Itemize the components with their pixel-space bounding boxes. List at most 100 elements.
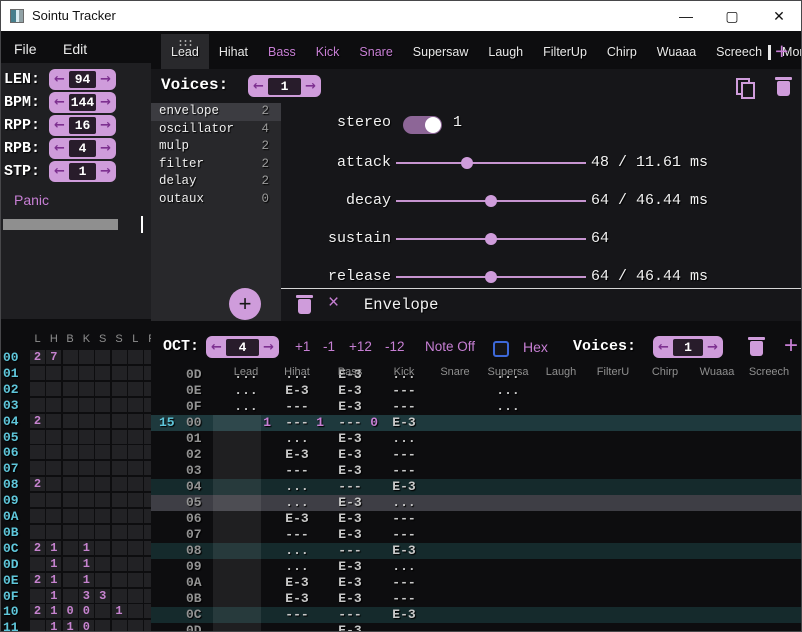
note-cell[interactable]: ... <box>271 495 323 510</box>
note-cell[interactable]: ... <box>482 383 534 398</box>
order-cell[interactable] <box>112 620 127 632</box>
order-cell[interactable] <box>112 573 127 587</box>
note-cell[interactable]: E-3 <box>378 415 430 430</box>
order-cell[interactable] <box>112 350 127 364</box>
order-cell[interactable] <box>79 493 94 507</box>
order-cell[interactable] <box>63 366 78 380</box>
track-voices-spinner[interactable]: ←1→ <box>653 336 723 358</box>
order-cell[interactable] <box>95 382 110 396</box>
order-cell[interactable]: 1 <box>79 557 94 571</box>
order-cell[interactable] <box>30 430 45 444</box>
order-cell[interactable]: 1 <box>46 589 61 603</box>
order-cell[interactable]: 0 <box>79 620 94 632</box>
spinner-rpp-increment[interactable]: → <box>100 119 111 132</box>
order-cell[interactable] <box>79 382 94 396</box>
note-cell[interactable]: --- <box>324 543 376 558</box>
order-cell[interactable]: 0 <box>79 604 94 618</box>
instrument-voices-spinner-increment[interactable]: → <box>305 80 316 93</box>
copy-instrument-icon[interactable] <box>736 78 758 100</box>
order-cell[interactable] <box>63 461 78 475</box>
spinner-bpm-increment[interactable]: → <box>100 96 111 109</box>
order-cell[interactable]: 2 <box>30 350 45 364</box>
order-cell[interactable] <box>112 477 127 491</box>
order-cell[interactable]: 1 <box>63 620 78 632</box>
tab-snare[interactable]: Snare <box>349 34 402 69</box>
order-cell[interactable] <box>95 477 110 491</box>
order-cell[interactable] <box>30 589 45 603</box>
instrument-voices-spinner-decrement[interactable]: ← <box>253 80 264 93</box>
order-cell[interactable] <box>79 445 94 459</box>
order-cell[interactable] <box>128 366 143 380</box>
note-cell[interactable]: E-3 <box>378 479 430 494</box>
order-cell[interactable] <box>144 493 151 507</box>
unit-row-mulp[interactable]: mulp2 <box>151 138 281 156</box>
order-cell[interactable] <box>128 477 143 491</box>
note-cell[interactable]: --- <box>378 527 430 542</box>
order-cell[interactable] <box>128 350 143 364</box>
order-cell[interactable] <box>144 620 151 632</box>
order-cell[interactable] <box>63 589 78 603</box>
order-cell[interactable] <box>112 445 127 459</box>
order-cell[interactable] <box>30 445 45 459</box>
order-cell[interactable] <box>63 350 78 364</box>
tab-kick[interactable]: Kick <box>306 34 350 69</box>
order-cell[interactable] <box>128 445 143 459</box>
hex-label[interactable]: Hex <box>523 339 548 355</box>
order-cell[interactable] <box>79 414 94 428</box>
delete-instrument-icon[interactable] <box>775 77 792 97</box>
close-button[interactable]: ✕ <box>757 1 801 31</box>
note-cell[interactable]: --- <box>324 607 376 622</box>
note-cell[interactable]: E-3 <box>324 463 376 478</box>
track-voices-spinner-increment[interactable]: → <box>707 341 718 354</box>
tab-laugh[interactable]: Laugh <box>478 34 533 69</box>
order-cell[interactable] <box>46 477 61 491</box>
note-cell[interactable]: E-3 <box>324 591 376 606</box>
order-cell[interactable]: 1 <box>79 541 94 555</box>
order-cell[interactable] <box>63 414 78 428</box>
tab-filterup[interactable]: FilterUp <box>533 34 597 69</box>
order-cell[interactable] <box>144 350 151 364</box>
octave-spinner-increment[interactable]: → <box>263 341 274 354</box>
transpose-button--12[interactable]: -12 <box>385 339 405 354</box>
order-cell[interactable] <box>95 350 110 364</box>
note-cell[interactable]: E-3 <box>324 447 376 462</box>
order-cell[interactable] <box>63 541 78 555</box>
note-cell[interactable]: ... <box>271 479 323 494</box>
order-cell[interactable]: 3 <box>79 589 94 603</box>
order-cell[interactable] <box>46 398 61 412</box>
order-cell[interactable] <box>46 414 61 428</box>
delete-unit-icon[interactable] <box>296 295 313 315</box>
order-cell[interactable] <box>63 430 78 444</box>
note-cell[interactable]: --- <box>271 527 323 542</box>
order-cell[interactable] <box>79 525 94 539</box>
order-cell[interactable]: 1 <box>46 541 61 555</box>
order-cell[interactable] <box>144 398 151 412</box>
order-cell[interactable] <box>79 430 94 444</box>
order-cell[interactable] <box>128 525 143 539</box>
order-cell[interactable] <box>112 525 127 539</box>
transpose-button--1[interactable]: -1 <box>323 339 335 354</box>
transpose-button-+12[interactable]: +12 <box>349 339 372 354</box>
order-cell[interactable] <box>112 557 127 571</box>
menu-file[interactable]: File <box>14 41 37 57</box>
order-cell[interactable]: 2 <box>30 414 45 428</box>
octave-spinner[interactable]: ←4→ <box>206 336 279 358</box>
order-cell[interactable] <box>30 461 45 475</box>
note-cell[interactable]: ... <box>271 559 323 574</box>
order-cell[interactable] <box>144 525 151 539</box>
order-cell[interactable] <box>128 414 143 428</box>
order-cell[interactable] <box>128 493 143 507</box>
order-cell[interactable] <box>144 604 151 618</box>
sustain-slider-thumb[interactable] <box>485 233 497 245</box>
order-cell[interactable] <box>30 398 45 412</box>
order-cell[interactable] <box>128 382 143 396</box>
order-cell[interactable] <box>79 366 94 380</box>
note-cell[interactable]: --- <box>378 511 430 526</box>
order-cell[interactable] <box>46 461 61 475</box>
note-cell[interactable]: --- <box>324 479 376 494</box>
order-cell[interactable] <box>144 557 151 571</box>
order-cell[interactable] <box>46 493 61 507</box>
order-cell[interactable] <box>112 398 127 412</box>
order-cell[interactable] <box>46 366 61 380</box>
order-cell[interactable]: 2 <box>30 477 45 491</box>
